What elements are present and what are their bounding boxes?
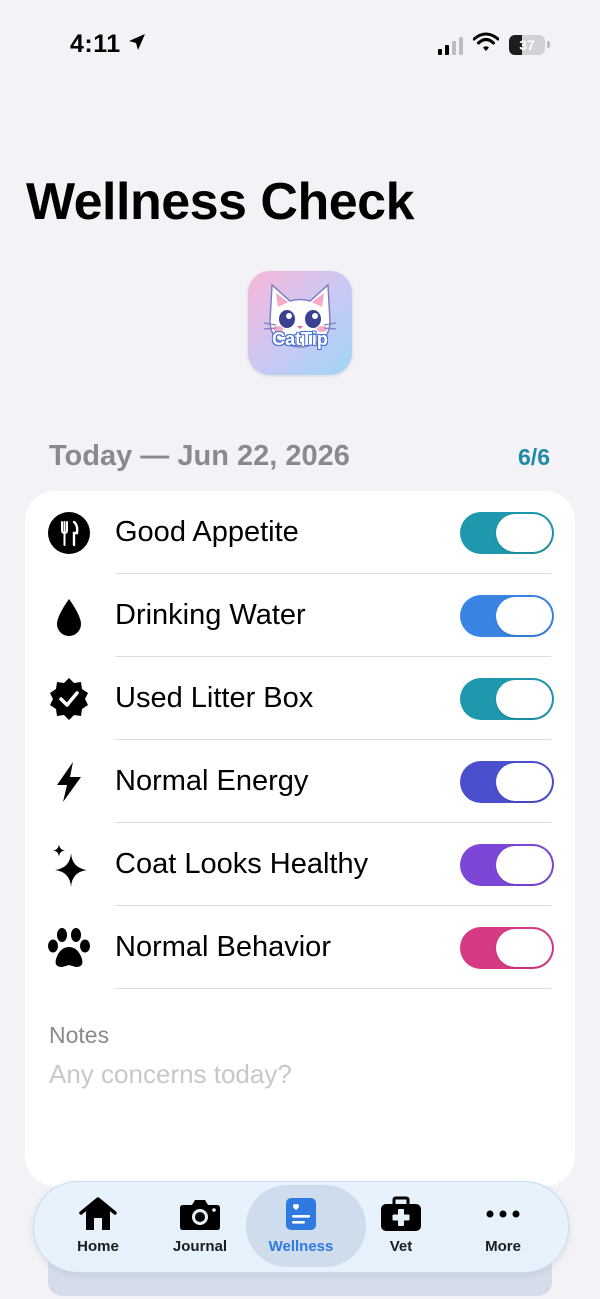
section-date: Today — Jun 22, 2026 (49, 440, 350, 472)
tab-journal[interactable]: Journal (147, 1182, 253, 1272)
status-time-text: 4:11 (70, 30, 121, 58)
tab-wellness[interactable]: Wellness (246, 1182, 366, 1272)
normal-energy-toggle[interactable] (460, 761, 554, 803)
tab-label: Journal (172, 1238, 228, 1255)
status-indicators: 37 (438, 32, 550, 57)
ellipsis-icon (481, 1196, 525, 1232)
tab-label: Vet (389, 1238, 413, 1255)
check-label: Coat Looks Healthy (115, 848, 369, 880)
check-seal-icon (47, 677, 91, 721)
check-row-drinking-water: Drinking Water (25, 574, 575, 657)
check-label: Drinking Water (115, 599, 306, 631)
app-logo-text: CatTip (272, 329, 328, 349)
water-drop-icon (47, 594, 91, 638)
check-row-good-appetite: Good Appetite (25, 491, 575, 574)
house-icon (76, 1196, 120, 1232)
check-label: Normal Behavior (115, 931, 331, 963)
status-time: 4:11 (70, 30, 147, 59)
location-arrow-icon (127, 30, 147, 59)
check-label: Good Appetite (115, 516, 299, 548)
normal-behavior-toggle[interactable] (460, 927, 554, 969)
drinking-water-toggle[interactable] (460, 595, 554, 637)
tab-home[interactable]: Home (45, 1182, 151, 1272)
tab-vet[interactable]: Vet (348, 1182, 454, 1272)
fork-knife-icon (47, 511, 91, 555)
sparkles-icon (47, 843, 91, 887)
check-row-used-litter-box: Used Litter Box (25, 657, 575, 740)
tab-bar: Home Journal Wellness Vet More (33, 1181, 569, 1273)
used-litter-box-toggle[interactable] (460, 678, 554, 720)
check-label: Normal Energy (115, 765, 309, 797)
battery-icon: 37 (509, 34, 545, 55)
tab-label: Wellness (268, 1238, 334, 1255)
cellular-signal-icon (438, 35, 463, 55)
notes-input[interactable]: Any concerns today? (49, 1059, 292, 1090)
wifi-icon (472, 32, 500, 57)
camera-icon (178, 1196, 222, 1232)
tab-label: More (485, 1238, 521, 1255)
medical-kit-icon (379, 1196, 423, 1232)
paw-icon (47, 926, 91, 970)
wellness-clipboard-icon (279, 1196, 323, 1232)
divider (115, 988, 551, 989)
check-row-normal-behavior: Normal Behavior (25, 906, 575, 989)
notes-label: Notes (49, 1022, 110, 1048)
coat-looks-healthy-toggle[interactable] (460, 844, 554, 886)
wellness-checklist-card: Good Appetite Drinking Water Used Litter… (25, 491, 575, 1186)
tab-more[interactable]: More (450, 1182, 556, 1272)
good-appetite-toggle[interactable] (460, 512, 554, 554)
check-row-normal-energy: Normal Energy (25, 740, 575, 823)
cat-logo-icon (263, 283, 337, 348)
tab-label: Home (77, 1238, 119, 1255)
app-logo: CatTip (248, 271, 352, 375)
page-title: Wellness Check (26, 173, 415, 231)
check-row-coat-looks-healthy: Coat Looks Healthy (25, 823, 575, 906)
check-label: Used Litter Box (115, 682, 314, 714)
completion-count: 6/6 (518, 444, 550, 470)
battery-level: 37 (519, 36, 535, 53)
bolt-icon (47, 760, 91, 804)
